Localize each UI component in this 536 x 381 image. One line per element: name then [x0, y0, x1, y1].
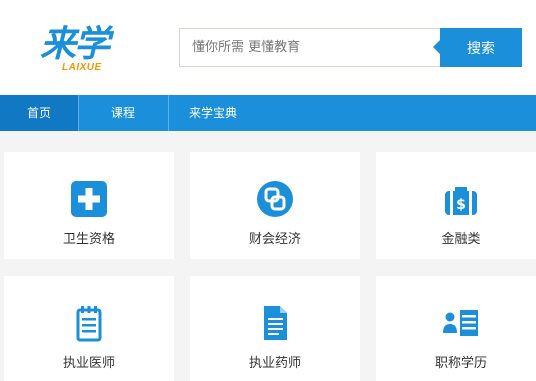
id-card-icon [443, 310, 478, 336]
coins-icon [257, 181, 293, 217]
category-label: 执业医师 [62, 356, 115, 371]
nav-item-courses[interactable]: 课程 [78, 95, 168, 131]
category-label: 财会经济 [248, 232, 301, 247]
category-label: 卫生资格 [62, 232, 115, 247]
category-card-finance[interactable]: $ 金融类 [376, 152, 536, 259]
nav-item-guide[interactable]: 来学宝典 [168, 95, 258, 131]
category-card-health[interactable]: 卫生资格 [4, 152, 174, 259]
category-label: 执业药师 [248, 356, 301, 371]
logo-subtext: LAIXUE [62, 62, 102, 73]
category-card-accounting[interactable]: 财会经济 [190, 152, 360, 259]
search-button[interactable]: 搜索 [433, 28, 522, 67]
search-input[interactable] [179, 28, 441, 67]
category-label: 金融类 [441, 232, 481, 247]
money-bag-icon: $ [445, 187, 477, 215]
category-label: 职称学历 [434, 356, 487, 371]
category-card-pharmacist[interactable]: 执业药师 [190, 276, 360, 381]
main-nav: 首页 课程 来学宝典 [0, 95, 536, 131]
nav-item-home[interactable]: 首页 [0, 95, 78, 131]
header: 来学 LAIXUE 搜索 [0, 0, 536, 95]
category-card-title-degree[interactable]: 职称学历 [376, 276, 536, 381]
medical-cross-icon [71, 181, 107, 217]
document-icon [264, 306, 287, 340]
logo-text: 来学 [40, 23, 110, 65]
category-card-physician[interactable]: 执业医师 [4, 276, 174, 381]
logo[interactable]: 来学 LAIXUE [40, 24, 110, 76]
search-bar: 搜索 [179, 28, 522, 67]
notepad-icon [76, 306, 102, 342]
svg-text:$: $ [456, 197, 466, 213]
